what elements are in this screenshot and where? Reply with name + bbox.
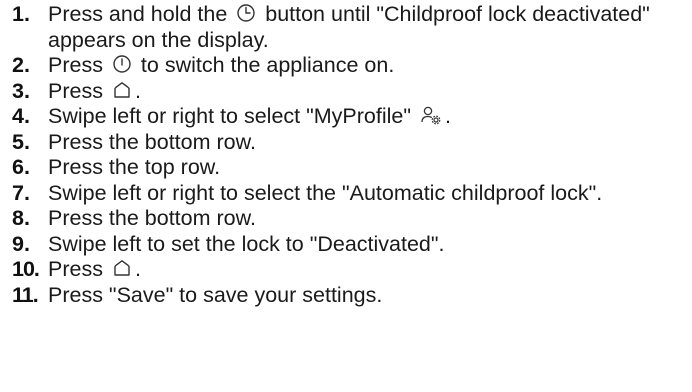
step-text-before: Press and hold the <box>48 2 234 26</box>
home-icon <box>112 258 132 278</box>
step-text: Swipe left or right to select "MyProfile… <box>48 104 682 130</box>
step-text: Press and hold the button until "Childpr… <box>48 2 682 53</box>
step-number: 4. <box>12 104 30 128</box>
step-text: Press the top row. <box>48 155 221 179</box>
step-text-after: to switch the appliance on. <box>134 53 395 77</box>
step-text: Press the bottom row. <box>48 206 256 230</box>
step-number: 2. <box>12 53 30 77</box>
clock-icon <box>236 3 256 23</box>
step-text: Swipe left to set the lock to "Deactivat… <box>48 231 445 256</box>
step-text: Press to switch the appliance on. <box>48 53 682 79</box>
step-number: 11. <box>12 282 39 307</box>
instruction-list: 1. Press and hold the button until "Chil… <box>12 2 682 308</box>
step-text: Press "Save" to save your settings. <box>48 282 383 307</box>
step-5: 5. Press the bottom row. <box>12 130 682 156</box>
step-number: 3. <box>12 78 30 103</box>
step-number: 8. <box>12 206 30 230</box>
step-text-before: Press <box>48 53 109 77</box>
step-4: 4. Swipe left or right to select "MyProf… <box>12 104 682 130</box>
step-number: 6. <box>12 155 30 179</box>
step-text-after: . <box>134 78 141 103</box>
step-text-after: . <box>134 257 141 281</box>
step-text-before: Press <box>48 78 109 103</box>
step-10: 10. Press . <box>12 257 682 283</box>
step-number: 5. <box>12 129 30 154</box>
step-number: 9. <box>12 231 30 256</box>
step-7: 7. Swipe left or right to select the "Au… <box>12 181 682 207</box>
home-icon <box>112 80 132 100</box>
step-text-before: Press <box>48 257 109 281</box>
step-text: Press . <box>48 257 682 283</box>
step-3: 3. Press . <box>12 79 682 105</box>
step-number: 10. <box>12 257 40 281</box>
step-1: 1. Press and hold the button until "Chil… <box>12 2 682 53</box>
step-11: 11. Press "Save" to save your settings. <box>12 283 682 309</box>
step-6: 6. Press the top row. <box>12 155 682 181</box>
step-2: 2. Press to switch the appliance on. <box>12 53 682 79</box>
step-number: 7. <box>12 180 30 205</box>
step-number: 1. <box>12 2 30 26</box>
step-8: 8. Press the bottom row. <box>12 206 682 232</box>
step-text-after: . <box>444 104 451 128</box>
step-text: Swipe left or right to select the "Autom… <box>48 180 603 205</box>
power-icon <box>112 54 132 74</box>
step-text-before: Swipe left or right to select "MyProfile… <box>48 104 417 128</box>
step-text: Press the bottom row. <box>48 129 256 154</box>
step-9: 9. Swipe left to set the lock to "Deacti… <box>12 232 682 258</box>
user-settings-icon <box>420 105 442 125</box>
step-text: Press . <box>48 79 682 105</box>
